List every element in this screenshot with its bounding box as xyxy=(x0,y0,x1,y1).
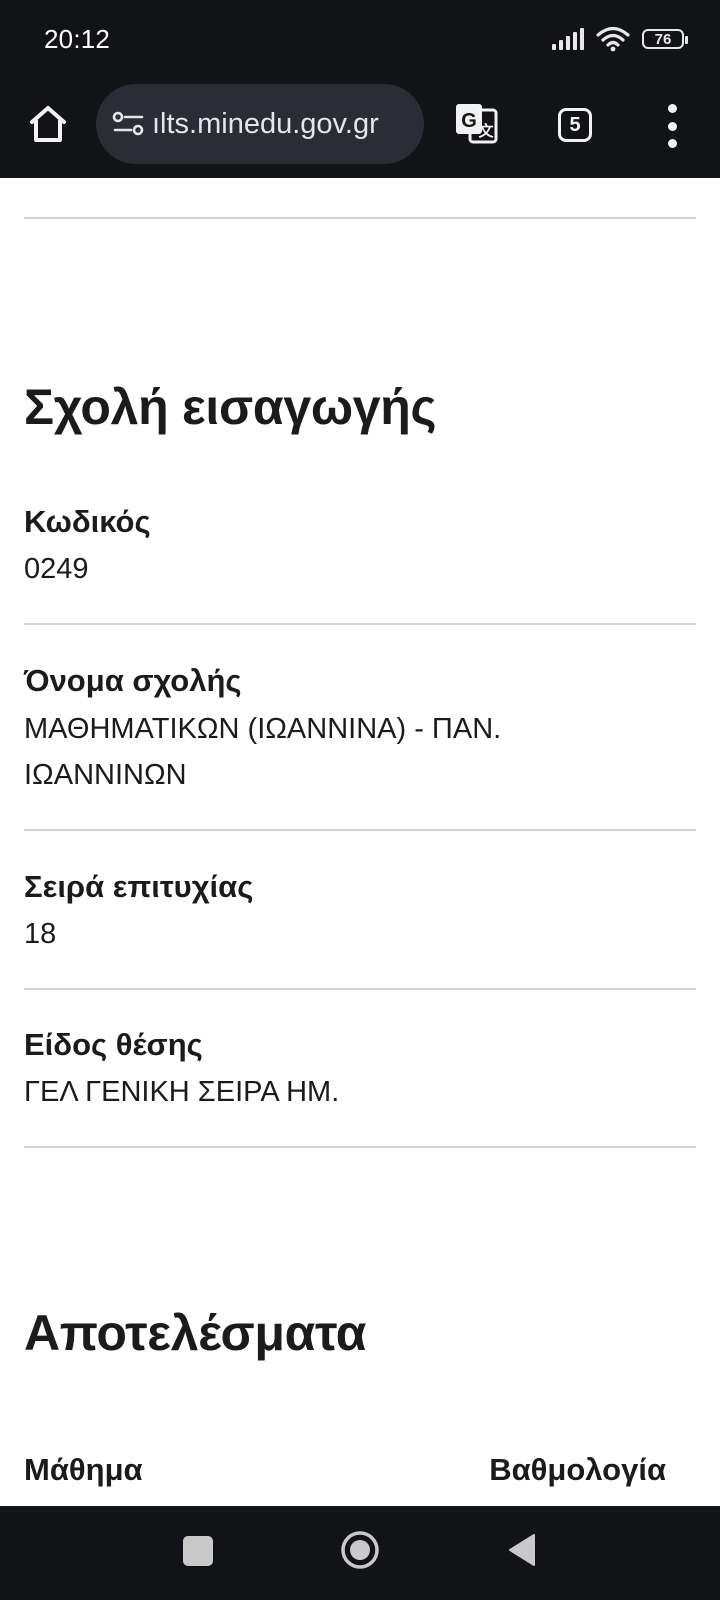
more-options-icon[interactable] xyxy=(660,104,684,148)
system-navigation-bar xyxy=(0,1506,720,1600)
page-content: Σχολή εισαγωγής Κωδικός 0249 Όνομα σχολή… xyxy=(0,178,720,1506)
signal-icon xyxy=(552,28,584,50)
tab-switcher-button[interactable]: 5 xyxy=(558,108,592,142)
status-icons: 76 xyxy=(552,24,688,54)
home-nav-icon[interactable] xyxy=(340,1530,380,1570)
divider xyxy=(24,1146,696,1148)
site-settings-icon[interactable] xyxy=(112,109,146,139)
svg-text:G: G xyxy=(461,110,477,132)
field-value-school-name-line2: ΙΩΑΝΝΙΝΩΝ xyxy=(24,759,187,791)
divider xyxy=(24,829,696,831)
field-label-rank: Σειρά επιτυχίας xyxy=(24,869,254,904)
url-text[interactable]: ılts.minedu.gov.gr xyxy=(152,108,379,141)
section-title-results: Αποτελέσματα xyxy=(24,1305,367,1361)
back-icon[interactable] xyxy=(506,1532,538,1568)
section-title-school: Σχολή εισαγωγής xyxy=(24,379,437,435)
divider xyxy=(24,217,696,219)
column-header-subject: Μάθημα xyxy=(24,1452,143,1487)
divider xyxy=(24,623,696,625)
divider xyxy=(24,988,696,990)
field-value-position-type: ΓΕΛ ΓΕΝΙΚΗ ΣΕΙΡΑ ΗΜ. xyxy=(24,1076,340,1108)
status-bar: 20:12 76 xyxy=(0,0,720,78)
column-header-grade: Βαθμολογία xyxy=(489,1452,666,1487)
field-label-code: Κωδικός xyxy=(24,504,151,539)
battery-level: 76 xyxy=(654,30,672,48)
url-bar[interactable]: ılts.minedu.gov.gr xyxy=(96,84,424,164)
home-icon[interactable] xyxy=(24,100,72,148)
browser-toolbar: ılts.minedu.gov.gr G 文 5 xyxy=(0,78,720,178)
field-value-code: 0249 xyxy=(24,553,89,585)
tab-count: 5 xyxy=(569,113,581,136)
svg-text:文: 文 xyxy=(478,122,494,140)
translate-icon[interactable]: G 文 xyxy=(452,100,500,148)
field-value-school-name-line1: ΜΑΘΗΜΑΤΙΚΩΝ (ΙΩΑΝΝΙΝΑ) - ΠΑΝ. xyxy=(24,713,502,745)
battery-icon: 76 xyxy=(642,29,688,49)
wifi-icon xyxy=(596,26,630,52)
field-label-school-name: Όνομα σχολής xyxy=(24,663,242,698)
field-label-position-type: Είδος θέσης xyxy=(24,1027,203,1062)
field-value-rank: 18 xyxy=(24,918,57,950)
recents-button[interactable] xyxy=(183,1536,213,1566)
status-time: 20:12 xyxy=(44,24,111,54)
